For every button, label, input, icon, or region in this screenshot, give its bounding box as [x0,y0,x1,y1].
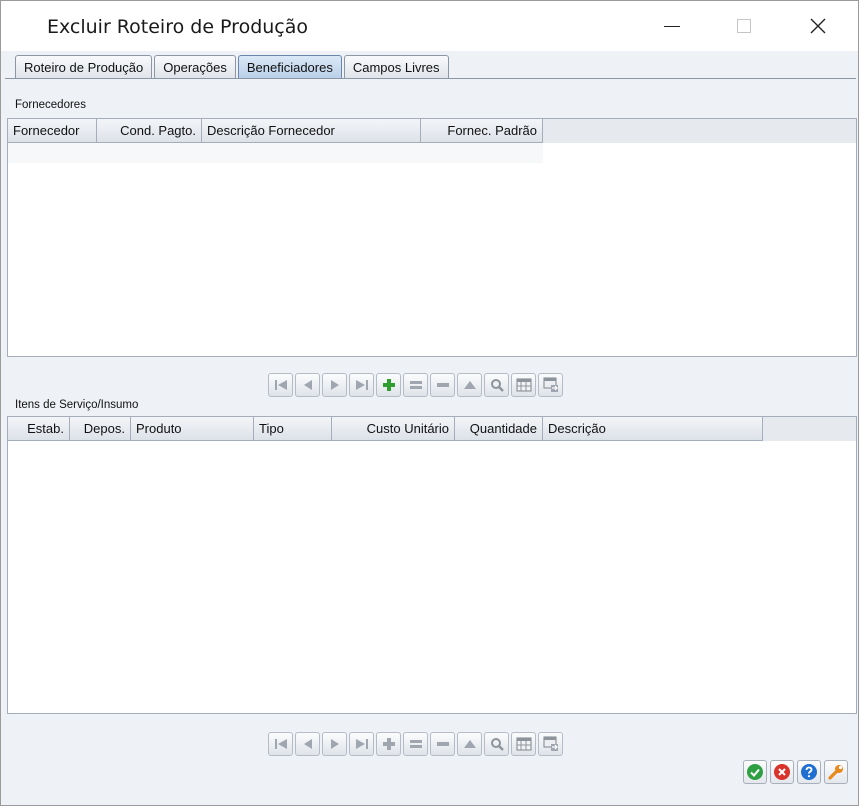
next-icon [330,739,339,749]
up-button[interactable] [457,732,482,756]
tab-beneficiadores[interactable]: Beneficiadores [237,55,342,79]
last-button[interactable] [349,373,374,397]
first-icon [274,739,287,749]
up-icon [463,740,476,748]
cancel-icon [774,764,790,780]
previous-icon [303,739,312,749]
col-descricao[interactable]: Descrição [543,417,763,441]
fornecedores-grid-header: Fornecedor Cond. Pagto. Descrição Fornec… [8,119,543,143]
previous-icon [303,380,312,390]
title-bar: Excluir Roteiro de Produção [1,1,858,51]
next-button[interactable] [322,373,347,397]
remove-icon [436,742,449,746]
help-button[interactable] [797,760,821,784]
add-icon [382,738,395,750]
next-button[interactable] [322,732,347,756]
search-icon [490,379,504,392]
tab-bar: Roteiro de Produção Operações Beneficiad… [15,55,451,79]
close-icon [810,18,826,34]
tab-operacoes[interactable]: Operações [154,55,236,79]
grid-button[interactable] [511,373,536,397]
settings-button[interactable] [824,760,848,784]
itens-grid-header: Estab. Depos. Produto Tipo Custo Unitári… [8,417,763,441]
itens-grid[interactable]: Estab. Depos. Produto Tipo Custo Unitári… [7,416,857,714]
fornecedores-label: Fornecedores [15,99,86,111]
col-produto[interactable]: Produto [131,417,254,441]
remove-button[interactable] [430,373,455,397]
col-fornecedor[interactable]: Fornecedor [8,119,97,143]
grid-header-filler [543,119,856,143]
edit-button[interactable] [403,373,428,397]
edit-icon [409,740,422,748]
tab-campos-livres[interactable]: Campos Livres [343,55,449,79]
previous-button[interactable] [295,732,320,756]
wrench-icon [828,765,843,780]
edit-icon [409,381,422,389]
maximize-button[interactable] [715,1,773,51]
search-button[interactable] [484,732,509,756]
fornecedores-grid[interactable]: Fornecedor Cond. Pagto. Descrição Fornec… [7,118,857,357]
remove-icon [436,383,449,387]
dialog-window: Excluir Roteiro de Produção Roteiro de P… [0,0,859,806]
up-button[interactable] [457,373,482,397]
tab-divider [5,78,856,79]
grid-icon [516,737,531,751]
minimize-icon [664,25,680,27]
col-tipo[interactable]: Tipo [254,417,332,441]
edit-button[interactable] [403,732,428,756]
remove-button[interactable] [430,732,455,756]
first-button[interactable] [268,732,293,756]
export-icon [543,377,558,392]
export-button[interactable] [538,732,563,756]
export-icon [543,736,558,751]
col-depos[interactable]: Depos. [70,417,131,441]
itens-toolbar [268,732,563,756]
maximize-icon [737,19,751,33]
tab-roteiro-de-producao[interactable]: Roteiro de Produção [15,55,153,79]
first-icon [274,380,287,390]
col-estab[interactable]: Estab. [8,417,70,441]
last-icon [355,380,368,390]
cancel-button[interactable] [770,760,794,784]
col-quantidade[interactable]: Quantidade [455,417,543,441]
last-icon [355,739,368,749]
export-button[interactable] [538,373,563,397]
help-icon [801,764,817,780]
confirm-button[interactable] [743,760,767,784]
minimize-button[interactable] [643,1,701,51]
grid-button[interactable] [511,732,536,756]
grid-header-filler [763,417,856,441]
add-button[interactable] [376,732,401,756]
grid-icon [516,378,531,392]
fornecedores-toolbar [268,373,563,397]
search-button[interactable] [484,373,509,397]
dialog-actions [743,760,848,784]
add-button[interactable] [376,373,401,397]
itens-label: Itens de Serviço/Insumo [15,399,139,411]
empty-row [8,143,543,163]
add-icon [382,379,395,391]
check-icon [747,764,763,780]
previous-button[interactable] [295,373,320,397]
search-icon [490,738,504,751]
col-descricao-fornecedor[interactable]: Descrição Fornecedor [202,119,421,143]
up-icon [463,381,476,389]
window-title: Excluir Roteiro de Produção [47,16,309,38]
first-button[interactable] [268,373,293,397]
col-custo-unitario[interactable]: Custo Unitário [332,417,455,441]
col-fornec-padrao[interactable]: Fornec. Padrão [421,119,543,143]
next-icon [330,380,339,390]
last-button[interactable] [349,732,374,756]
col-cond-pagto[interactable]: Cond. Pagto. [97,119,202,143]
close-button[interactable] [789,1,847,51]
